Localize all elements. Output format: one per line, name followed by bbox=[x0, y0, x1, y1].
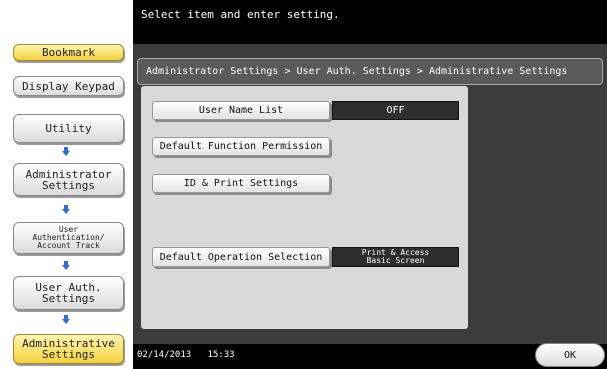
default-operation-selection-label: Default Operation Selection bbox=[159, 251, 323, 263]
user-name-list-value-text: OFF bbox=[386, 105, 405, 116]
bookmark-button[interactable]: Bookmark bbox=[13, 44, 124, 61]
datetime-text: 02/14/2013 15:33 bbox=[137, 350, 235, 360]
display-keypad-label: Display Keypad bbox=[22, 79, 115, 93]
administrator-settings-label: Administrator Settings bbox=[25, 167, 112, 192]
default-operation-selection-value: Print & Access Basic Screen bbox=[332, 247, 459, 267]
user-name-list-button[interactable]: User Name List bbox=[152, 101, 330, 120]
utility-button[interactable]: Utility bbox=[13, 114, 124, 143]
administrative-settings-label: Administrative Settings bbox=[22, 337, 115, 361]
bookmark-label: Bookmark bbox=[42, 46, 95, 59]
user-name-list-label: User Name List bbox=[198, 105, 284, 116]
user-auth-settings-label: User Auth. Settings bbox=[35, 281, 102, 305]
user-authentication-account-track-label: User Authentication/ Account Track bbox=[32, 225, 105, 250]
date-text: 02/14/2013 bbox=[137, 350, 192, 360]
left-panel: Bookmark Display Keypad Utility Administ… bbox=[0, 0, 133, 369]
user-auth-settings-button[interactable]: User Auth. Settings bbox=[13, 276, 124, 310]
ok-button[interactable]: OK bbox=[535, 343, 605, 367]
default-function-permission-label: Default Function Permission bbox=[159, 141, 323, 152]
arrow-down-icon bbox=[62, 261, 70, 270]
id-print-settings-label: ID & Print Settings bbox=[183, 178, 299, 189]
default-operation-selection-button[interactable]: Default Operation Selection bbox=[152, 247, 330, 267]
ok-label: OK bbox=[563, 349, 577, 361]
time-text: 15:33 bbox=[207, 350, 235, 360]
screen: Bookmark Display Keypad Utility Administ… bbox=[0, 0, 607, 369]
message-text: Select item and enter setting. bbox=[141, 8, 340, 21]
administrator-settings-button[interactable]: Administrator Settings bbox=[13, 163, 124, 196]
id-print-settings-button[interactable]: ID & Print Settings bbox=[152, 174, 330, 193]
utility-label: Utility bbox=[45, 122, 92, 135]
breadcrumb: Administrator Settings > User Auth. Sett… bbox=[137, 58, 603, 85]
arrow-down-icon bbox=[62, 315, 70, 324]
user-authentication-account-track-button[interactable]: User Authentication/ Account Track bbox=[13, 222, 124, 254]
default-function-permission-button[interactable]: Default Function Permission bbox=[152, 137, 330, 156]
user-name-list-value: OFF bbox=[332, 101, 459, 120]
arrow-down-icon bbox=[62, 205, 70, 214]
display-keypad-button[interactable]: Display Keypad bbox=[13, 76, 124, 96]
arrow-down-icon bbox=[62, 147, 70, 156]
message-bar: Select item and enter setting. bbox=[133, 0, 607, 44]
breadcrumb-text: Administrator Settings > User Auth. Sett… bbox=[146, 66, 568, 77]
administrative-settings-button[interactable]: Administrative Settings bbox=[13, 334, 124, 364]
default-operation-selection-value-text: Print & Access Basic Screen bbox=[361, 248, 430, 265]
settings-panel bbox=[141, 86, 468, 329]
